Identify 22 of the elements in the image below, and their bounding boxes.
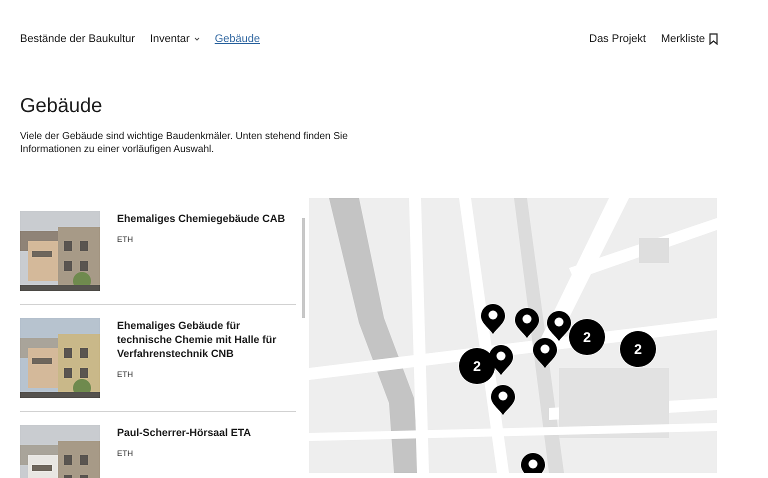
building-owner: ETH bbox=[117, 370, 134, 379]
nav-link[interactable]: Gebäude bbox=[214, 33, 260, 45]
building-owner: ETH bbox=[117, 235, 134, 244]
nav-link[interactable]: Das Projekt bbox=[589, 33, 646, 45]
map-pin-icon[interactable] bbox=[514, 307, 540, 339]
intro-text: Viele der Gebäude sind wichtige Baudenkmäler. Unten stehend finden Sie Informationen zu einer vorläufigen Auswahl. bbox=[20, 130, 349, 156]
building-title[interactable]: Paul-Scherrer-Hörsaal ETA bbox=[117, 426, 252, 440]
map-pin-icon[interactable] bbox=[488, 344, 514, 376]
bookmark-link[interactable]: Merkliste bbox=[660, 33, 718, 45]
caret-icon bbox=[194, 37, 200, 41]
map-pin-icon[interactable] bbox=[532, 337, 558, 369]
building-title[interactable]: Ehemaliges Chemiegebäude CAB bbox=[117, 212, 286, 226]
bookmark-icon bbox=[709, 33, 718, 45]
map-pin-icon[interactable] bbox=[546, 310, 572, 342]
map-pin-icon[interactable] bbox=[490, 384, 516, 416]
page-title: Gebäude bbox=[20, 95, 104, 118]
map-pin-icon[interactable] bbox=[480, 303, 506, 335]
nav-dropdown[interactable]: Inventar bbox=[150, 33, 200, 45]
building-owner: ETH bbox=[117, 449, 134, 458]
scrollbar[interactable] bbox=[302, 218, 305, 318]
nav-link[interactable]: Bestände der Baukultur bbox=[20, 33, 135, 45]
building-title[interactable]: Ehemaliges Gebäude für technische Chemie mit Halle für Verfahrenstechnik CNB bbox=[117, 319, 296, 361]
